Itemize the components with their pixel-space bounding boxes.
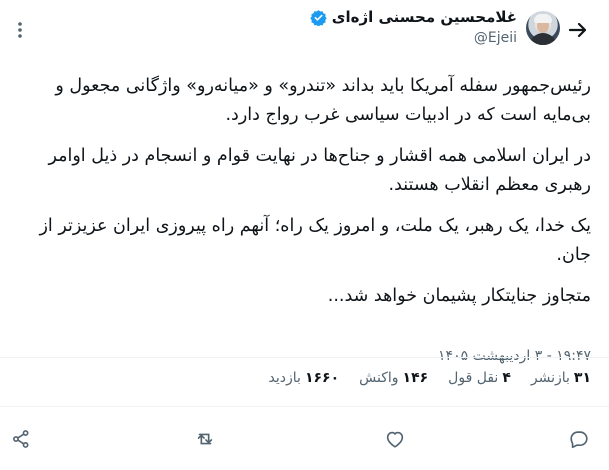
reply-icon[interactable]	[568, 428, 590, 450]
tweet-paragraph: متجاوز جنایتکار پشیمان خواهد شد...	[327, 286, 591, 306]
author-name-row: غلامحسین محسنی اژه‌ای	[310, 8, 517, 26]
stat-reactions[interactable]: ۱۴۶واکنش	[359, 370, 428, 386]
stat-value: ۴	[502, 370, 511, 386]
stat-retweets[interactable]: ۳۱بازنشر	[531, 370, 591, 386]
tweet-body: رئیس‌جمهور سفله آمریکا باید بداند «تندرو…	[18, 72, 591, 323]
retweet-icon[interactable]	[194, 428, 216, 450]
stat-views[interactable]: ۱۶۶۰بازدید	[269, 370, 340, 386]
stat-label: بازنشر	[530, 370, 570, 386]
stat-quotes[interactable]: ۴نقل قول	[448, 370, 511, 386]
stat-label: بازدید	[268, 370, 301, 386]
heart-icon[interactable]	[384, 428, 406, 450]
tweet-header: غلامحسین محسنی اژه‌ای @Ejeii	[0, 0, 609, 56]
divider	[0, 357, 609, 358]
tweet-paragraph: رئیس‌جمهور سفله آمریکا باید بداند «تندرو…	[55, 76, 591, 125]
tweet-paragraph: یک خدا، یک رهبر، یک ملت، و امروز یک راه؛…	[39, 216, 591, 265]
more-vertical-icon[interactable]	[10, 20, 30, 40]
author-handle[interactable]: @Ejeii	[474, 30, 517, 46]
avatar[interactable]	[526, 11, 560, 45]
stat-value: ۱۴۶	[402, 370, 429, 386]
share-icon[interactable]	[10, 428, 32, 450]
tweet-stats: ۳۱بازنشر ۴نقل قول ۱۴۶واکنش ۱۶۶۰بازدید	[269, 366, 591, 390]
tweet-actions	[0, 420, 609, 460]
stat-label: نقل قول	[448, 370, 499, 386]
tweet-paragraph: در ایران اسلامی همه اقشار و جناح‌ها در ن…	[48, 146, 591, 195]
stat-value: ۳۱	[573, 370, 591, 386]
divider	[0, 406, 609, 407]
arrow-right-icon[interactable]	[566, 18, 590, 42]
stat-label: واکنش	[359, 370, 399, 386]
verified-badge-icon	[310, 9, 327, 26]
tweet-timestamp[interactable]: ۱۹:۴۷ - ۳ اردیبهشت ۱۴۰۵	[438, 348, 591, 364]
stat-value: ۱۶۶۰	[304, 370, 340, 386]
author-name[interactable]: غلامحسین محسنی اژه‌ای	[332, 8, 517, 26]
